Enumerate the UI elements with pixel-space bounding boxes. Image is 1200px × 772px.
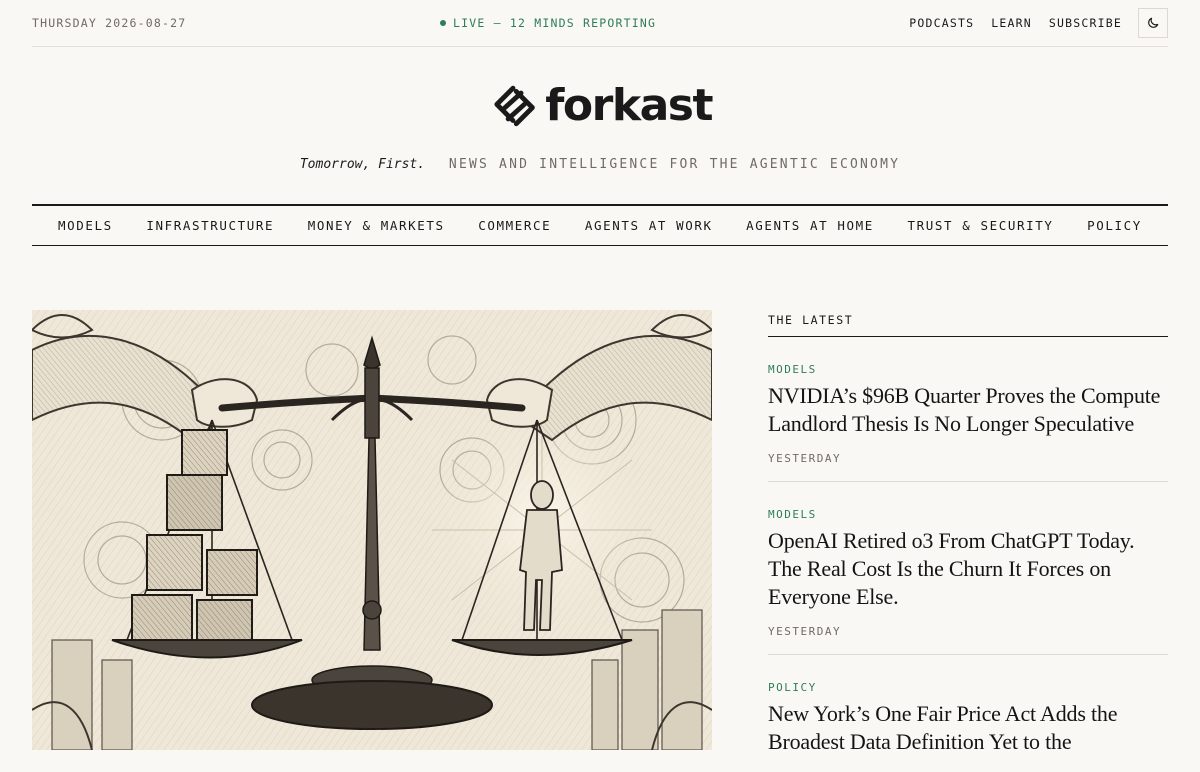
theme-toggle-button[interactable] — [1138, 8, 1168, 38]
site-motto: Tomorrow, First. — [299, 157, 426, 172]
story-category[interactable]: POLICY — [768, 681, 1168, 694]
story-category[interactable]: MODELS — [768, 508, 1168, 521]
learn-link[interactable]: LEARN — [991, 16, 1032, 30]
live-status-label: LIVE — 12 MINDS REPORTING — [453, 16, 657, 30]
live-dot-icon — [440, 20, 446, 26]
story-timestamp: YESTERDAY — [768, 625, 842, 638]
story-item[interactable]: MODELS NVIDIA’s $96B Quarter Proves the … — [768, 337, 1168, 482]
site-wordmark: forkast — [545, 80, 713, 131]
story-category[interactable]: MODELS — [768, 363, 1168, 376]
story-item[interactable]: MODELS OpenAI Retired o3 From ChatGPT To… — [768, 482, 1168, 655]
site-logo[interactable]: forkast — [492, 78, 713, 134]
podcasts-link[interactable]: PODCASTS — [909, 16, 974, 30]
story-headline[interactable]: OpenAI Retired o3 From ChatGPT Today. Th… — [768, 527, 1168, 611]
hero-image — [32, 310, 712, 750]
latest-heading: THE LATEST — [768, 310, 1168, 337]
nav-item-models[interactable]: MODELS — [58, 218, 113, 233]
top-utility-bar: THURSDAY 2026-08-27 LIVE — 12 MINDS REPO… — [32, 0, 1168, 47]
nav-item-agents-at-work[interactable]: AGENTS AT WORK — [585, 218, 713, 233]
moon-icon — [1148, 17, 1159, 28]
nav-item-policy[interactable]: POLICY — [1087, 218, 1142, 233]
story-timestamp: YESTERDAY — [768, 452, 842, 465]
story-headline[interactable]: NVIDIA’s $96B Quarter Proves the Compute… — [768, 382, 1168, 438]
nav-item-agents-at-home[interactable]: AGENTS AT HOME — [746, 218, 874, 233]
nav-item-trust-security[interactable]: TRUST & SECURITY — [908, 218, 1054, 233]
nav-item-infrastructure[interactable]: INFRASTRUCTURE — [146, 218, 274, 233]
section-nav: MODELS INFRASTRUCTURE MONEY & MARKETS CO… — [32, 204, 1168, 246]
story-headline[interactable]: New York’s One Fair Price Act Adds the B… — [768, 700, 1168, 756]
live-status: LIVE — 12 MINDS REPORTING — [440, 16, 656, 30]
site-tagline: Tomorrow, First. NEWS AND INTELLIGENCE F… — [0, 157, 1200, 172]
current-date: THURSDAY 2026-08-27 — [32, 16, 187, 30]
story-item[interactable]: POLICY New York’s One Fair Price Act Add… — [768, 655, 1168, 772]
latest-column: THE LATEST MODELS NVIDIA’s $96B Quarter … — [768, 310, 1168, 772]
utility-links: PODCASTS LEARN SUBSCRIBE — [909, 8, 1168, 38]
hero-illustration[interactable] — [32, 310, 712, 750]
subscribe-link[interactable]: SUBSCRIBE — [1049, 16, 1122, 30]
nav-item-commerce[interactable]: COMMERCE — [478, 218, 551, 233]
site-description: NEWS AND INTELLIGENCE FOR THE AGENTIC EC… — [448, 157, 901, 172]
nav-item-money-markets[interactable]: MONEY & MARKETS — [308, 218, 445, 233]
forkast-logo-icon — [494, 85, 535, 127]
